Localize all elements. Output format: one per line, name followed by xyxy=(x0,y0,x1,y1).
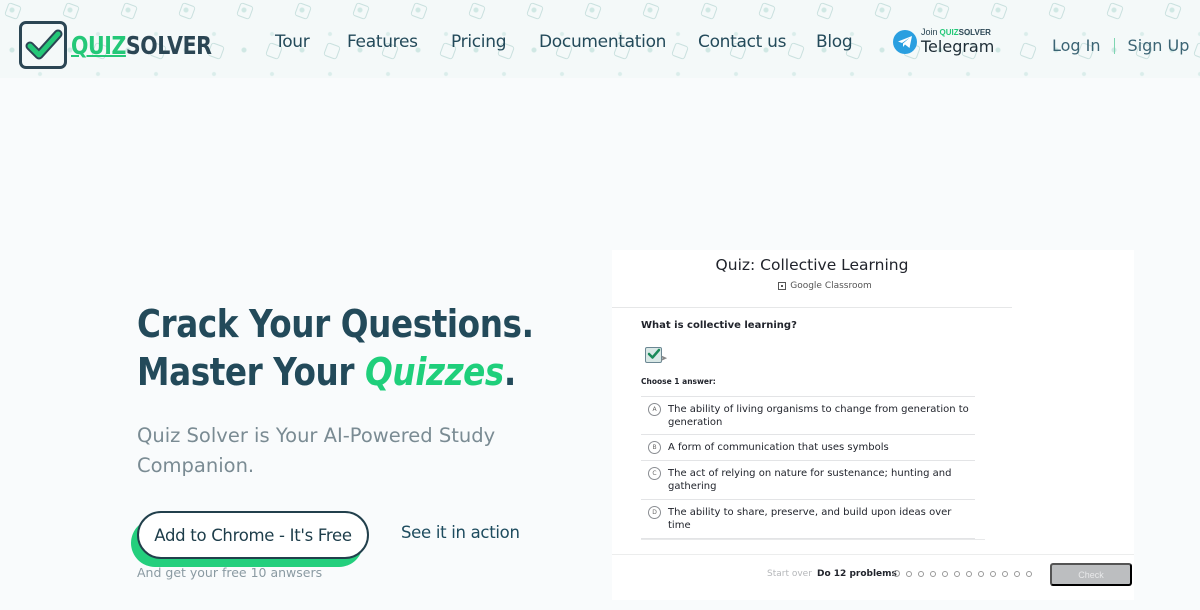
see-it-in-action-link[interactable]: See it in action xyxy=(401,523,520,542)
option-letter: A xyxy=(648,403,661,416)
pattern-check-icon xyxy=(1106,2,1124,20)
progress-dot xyxy=(918,570,924,577)
hero-title-line2: Master Your Quizzes. xyxy=(137,350,516,394)
add-to-chrome-button[interactable]: Add to Chrome - It's Free xyxy=(137,511,369,559)
logo-solver-text: SOLVER xyxy=(125,30,212,60)
pattern-check-icon xyxy=(671,42,689,60)
cta-note: And get your free 10 anwsers xyxy=(137,565,323,580)
signup-link[interactable]: Sign Up xyxy=(1128,36,1190,55)
progress-dot xyxy=(954,570,960,577)
telegram-label: Telegram xyxy=(921,37,995,56)
progress-dot xyxy=(978,570,984,577)
hero-title: Crack Your Questions. Master Your Quizze… xyxy=(137,300,534,396)
start-over-link[interactable]: Start over xyxy=(767,569,812,579)
pattern-check-icon xyxy=(990,2,1008,20)
pattern-check-icon xyxy=(787,42,805,60)
pattern-check-icon xyxy=(468,2,486,20)
checkbox-check-icon xyxy=(19,21,67,69)
auth-divider xyxy=(1113,37,1115,54)
quiz-divider xyxy=(612,307,1012,308)
logo[interactable]: QUIZ SOLVER xyxy=(19,21,242,69)
progress-dot xyxy=(893,570,900,577)
pattern-check-icon xyxy=(1048,2,1066,20)
pattern-check-icon xyxy=(932,2,950,20)
nav-pricing[interactable]: Pricing xyxy=(451,32,507,52)
progress-dots xyxy=(893,570,1032,577)
quiz-title: Quiz: Collective Learning xyxy=(715,256,909,274)
pattern-check-icon xyxy=(62,2,80,20)
telegram-brand: QUIZSOLVER xyxy=(939,27,991,37)
hero-title-accent: Quizzes xyxy=(365,350,504,394)
nav-contact-us[interactable]: Contact us xyxy=(698,32,786,52)
pattern-check-icon xyxy=(642,2,660,20)
option-text: The act of relying on nature for sustena… xyxy=(668,468,952,492)
option-letter: C xyxy=(648,467,661,480)
progress-dot xyxy=(1026,570,1032,577)
pattern-check-icon xyxy=(236,2,254,20)
pattern-check-icon xyxy=(816,2,834,20)
quiz-footer-divider xyxy=(612,554,1134,555)
quiz-footer: Start over Do 12 problems Check xyxy=(612,563,1134,587)
progress-dot xyxy=(906,570,912,577)
pattern-check-icon xyxy=(410,2,428,20)
pattern-check-icon xyxy=(1193,42,1200,60)
pattern-check-icon xyxy=(323,42,341,60)
pattern-check-icon xyxy=(294,2,312,20)
problems-label: Do 12 problems xyxy=(817,569,897,579)
pattern-check-icon xyxy=(178,2,196,20)
quiz-question: What is collective learning? xyxy=(641,320,797,331)
hero-title-line1: Crack Your Questions. xyxy=(137,302,534,346)
answer-option-b[interactable]: B A form of communication that uses symb… xyxy=(641,435,975,461)
telegram-icon xyxy=(893,29,917,54)
hero-subtitle: Quiz Solver is Your AI-Powered Study Com… xyxy=(137,424,496,477)
quiz-bottom-divider xyxy=(641,539,985,540)
option-letter: B xyxy=(648,441,661,454)
progress-dot xyxy=(1002,570,1008,577)
answer-option-a[interactable]: A The ability of living organisms to cha… xyxy=(641,397,975,435)
progress-dot xyxy=(930,570,936,577)
answer-option-d[interactable]: D The ability to share, preserve, and bu… xyxy=(641,500,975,539)
pattern-check-icon xyxy=(526,2,544,20)
option-text: A form of communication that uses symbol… xyxy=(668,442,889,453)
pattern-check-icon xyxy=(120,2,138,20)
nav-blog[interactable]: Blog xyxy=(816,32,853,52)
option-text: The ability of living organisms to chang… xyxy=(668,404,969,428)
pattern-check-icon xyxy=(4,2,22,20)
telegram-join-text: Join xyxy=(921,27,938,37)
quiz-source-label: Google Classroom xyxy=(790,281,872,291)
cursor-icon: ➤ xyxy=(660,354,668,364)
progress-dot xyxy=(1014,570,1020,577)
pattern-check-icon xyxy=(874,2,892,20)
nav-features[interactable]: Features xyxy=(347,32,418,52)
progress-dot xyxy=(990,570,996,577)
pattern-check-icon xyxy=(352,2,370,20)
quiz-source: Google Classroom xyxy=(612,281,1038,291)
choose-label: Choose 1 answer: xyxy=(641,377,716,386)
auth-links: Log In Sign Up xyxy=(1052,36,1189,55)
check-button[interactable]: Check xyxy=(1050,563,1132,586)
answer-option-c[interactable]: C The act of relying on nature for suste… xyxy=(641,461,975,500)
login-link[interactable]: Log In xyxy=(1052,36,1101,55)
site-header: QUIZ SOLVER Tour Features Pricing Docume… xyxy=(0,0,1200,78)
logo-quiz-text: QUIZ xyxy=(71,30,126,60)
telegram-join-link[interactable]: Join QUIZSOLVER Telegram xyxy=(893,28,994,55)
pattern-check-icon xyxy=(1019,42,1037,60)
classroom-icon xyxy=(778,282,787,290)
progress-dot xyxy=(966,570,972,577)
option-letter: D xyxy=(648,506,661,519)
quiz-preview: Quiz: Collective Learning Google Classro… xyxy=(612,250,1134,600)
pattern-check-icon xyxy=(1164,2,1182,20)
progress-dot xyxy=(942,570,948,577)
nav-tour[interactable]: Tour xyxy=(275,32,310,52)
pattern-check-icon xyxy=(700,2,718,20)
answer-options: A The ability of living organisms to cha… xyxy=(641,396,975,539)
option-text: The ability to share, preserve, and buil… xyxy=(668,507,952,531)
pattern-check-icon xyxy=(584,2,602,20)
pattern-check-icon xyxy=(758,2,776,20)
nav-documentation[interactable]: Documentation xyxy=(539,32,666,52)
